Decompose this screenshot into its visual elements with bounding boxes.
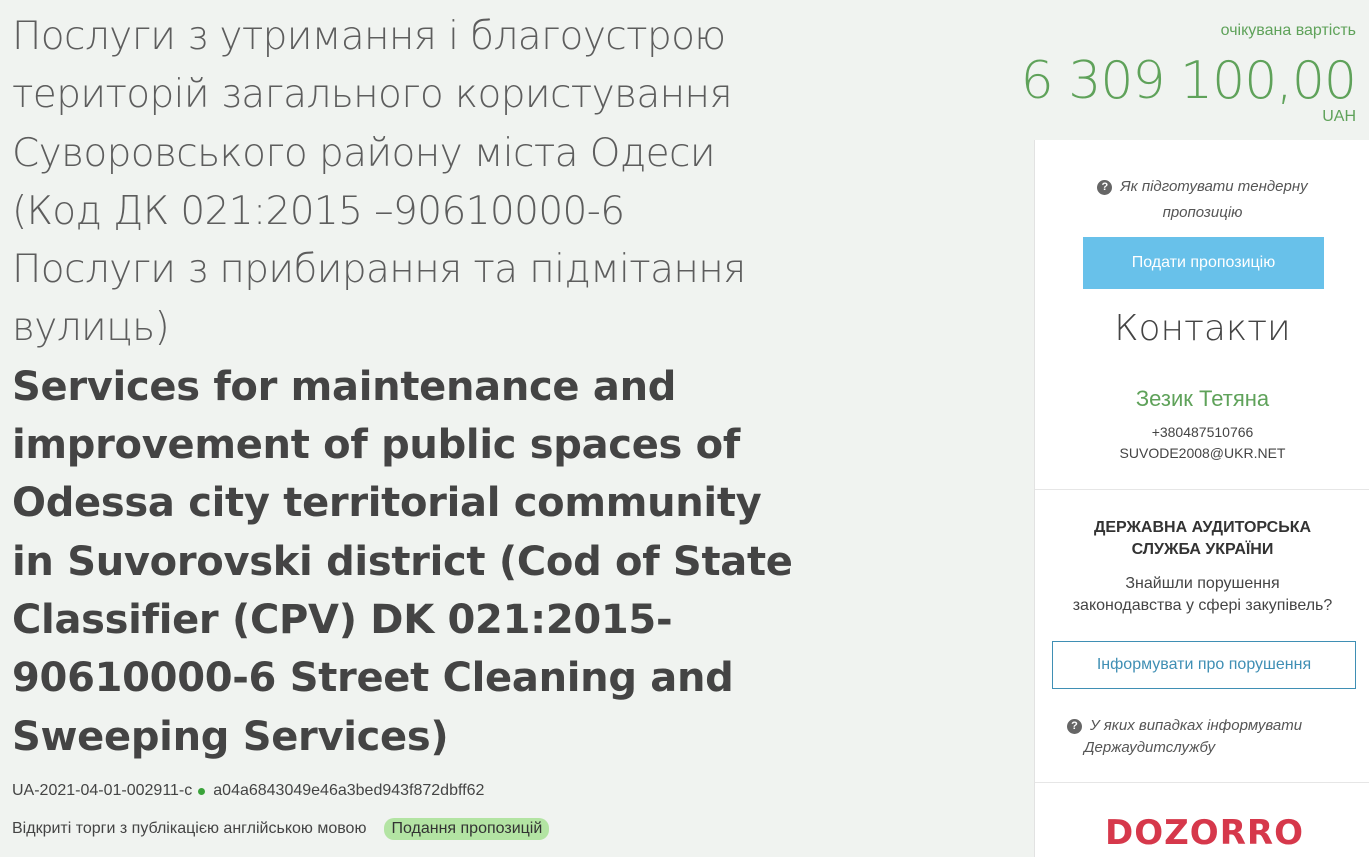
audit-help-line1: У яких випадках інформувати — [1090, 717, 1303, 734]
sidebar-divider — [1035, 489, 1369, 490]
title-en-line: Classifier (CPV) DK 021:2015- — [12, 596, 673, 643]
procedure-type: Відкриті торги з публікацією англійською… — [12, 820, 367, 837]
audit-help-line2: Держаудитслужбу — [1084, 739, 1216, 756]
tender-title-ua: Послуги з утримання і благоустрою терито… — [12, 8, 812, 358]
title-en-line: Services for maintenance and — [12, 363, 677, 410]
title-ua-line: вулиць) — [12, 305, 170, 351]
bid-help-text-line2: пропозицію — [1162, 204, 1243, 221]
tender-title-en: Services for maintenance and improvement… — [12, 358, 812, 766]
expected-cost-value: 6 309 100,00 — [1020, 51, 1357, 111]
report-violation-button[interactable]: Інформувати про порушення — [1052, 641, 1356, 689]
status-badge: Подання пропозицій — [384, 818, 550, 840]
title-en-line: 90610000-6 Street Cleaning and — [12, 655, 734, 702]
contact-email: SUVODE2008@UKR.NET — [1119, 445, 1286, 461]
title-ua-line: територій загального користування — [12, 72, 733, 118]
tender-ids: UA-2021-04-01-002911-c a04a6843049e46a3b… — [12, 782, 484, 800]
currency-label: UAH — [1322, 108, 1356, 125]
title-ua-line: (Код ДК 021:2015 –90610000-6 — [12, 188, 625, 234]
audit-text-line: законодавства у сфері закупівель? — [1072, 597, 1333, 614]
audit-service-title: ДЕРЖАВНА АУДИТОРСЬКА СЛУЖБА УКРАЇНИ — [1035, 517, 1369, 561]
dozorro-logo[interactable]: DOZORRO — [1105, 813, 1303, 853]
contacts-title: Контакти — [1114, 308, 1291, 349]
tender-id: UA-2021-04-01-002911-c — [12, 782, 193, 799]
tender-header: Послуги з утримання і благоустрою терито… — [12, 8, 812, 766]
audit-service-text: Знайшли порушення законодавства у сфері … — [1035, 573, 1369, 617]
tender-procedure: Відкриті торги з публікацією англійською… — [12, 818, 550, 840]
expected-cost-label: очікувана вартість — [1220, 22, 1356, 39]
question-circle-icon: ? — [1097, 180, 1113, 195]
sidebar: ? Як підготувати тендерну пропозицію Пода… — [1034, 140, 1369, 857]
question-circle-icon: ? — [1067, 719, 1082, 734]
title-ua-line: Послуги з прибирання та підмітання — [12, 247, 746, 293]
bid-help-text-line1: Як підготувати тендерну — [1120, 178, 1308, 195]
title-ua-line: Суворовського району міста Одеси — [12, 130, 716, 176]
audit-help-link[interactable]: ? У яких випадках інформувати Держаудитсл… — [1067, 715, 1357, 759]
tender-hash: a04a6843049e46a3bed943f872dbff62 — [213, 782, 485, 799]
contact-name: Зезик Тетяна — [1135, 386, 1270, 411]
title-en-line: Odessa city territorial community — [12, 480, 762, 527]
audit-text-line: Знайшли порушення — [1125, 575, 1280, 592]
tender-page: Послуги з утримання і благоустрою терито… — [0, 0, 1369, 857]
submit-bid-button[interactable]: Подати пропозицію — [1083, 237, 1324, 289]
audit-title-line: СЛУЖБА УКРАЇНИ — [1131, 541, 1274, 558]
bid-help-link[interactable]: ? Як підготувати тендерну — [1035, 174, 1369, 200]
contact-phone: +380487510766 — [1151, 424, 1254, 440]
title-en-line: improvement of public spaces of — [12, 422, 740, 469]
bid-help-link-line2[interactable]: пропозицію — [1035, 200, 1369, 226]
title-en-line: in Suvorovski district (Cod of State — [12, 538, 793, 585]
title-ua-line: Послуги з утримання і благоустрою — [12, 14, 726, 59]
sidebar-divider — [1035, 782, 1369, 783]
title-en-line: Sweeping Services) — [12, 713, 449, 760]
audit-title-line: ДЕРЖАВНА АУДИТОРСЬКА — [1093, 519, 1312, 536]
dot-icon — [198, 787, 206, 795]
